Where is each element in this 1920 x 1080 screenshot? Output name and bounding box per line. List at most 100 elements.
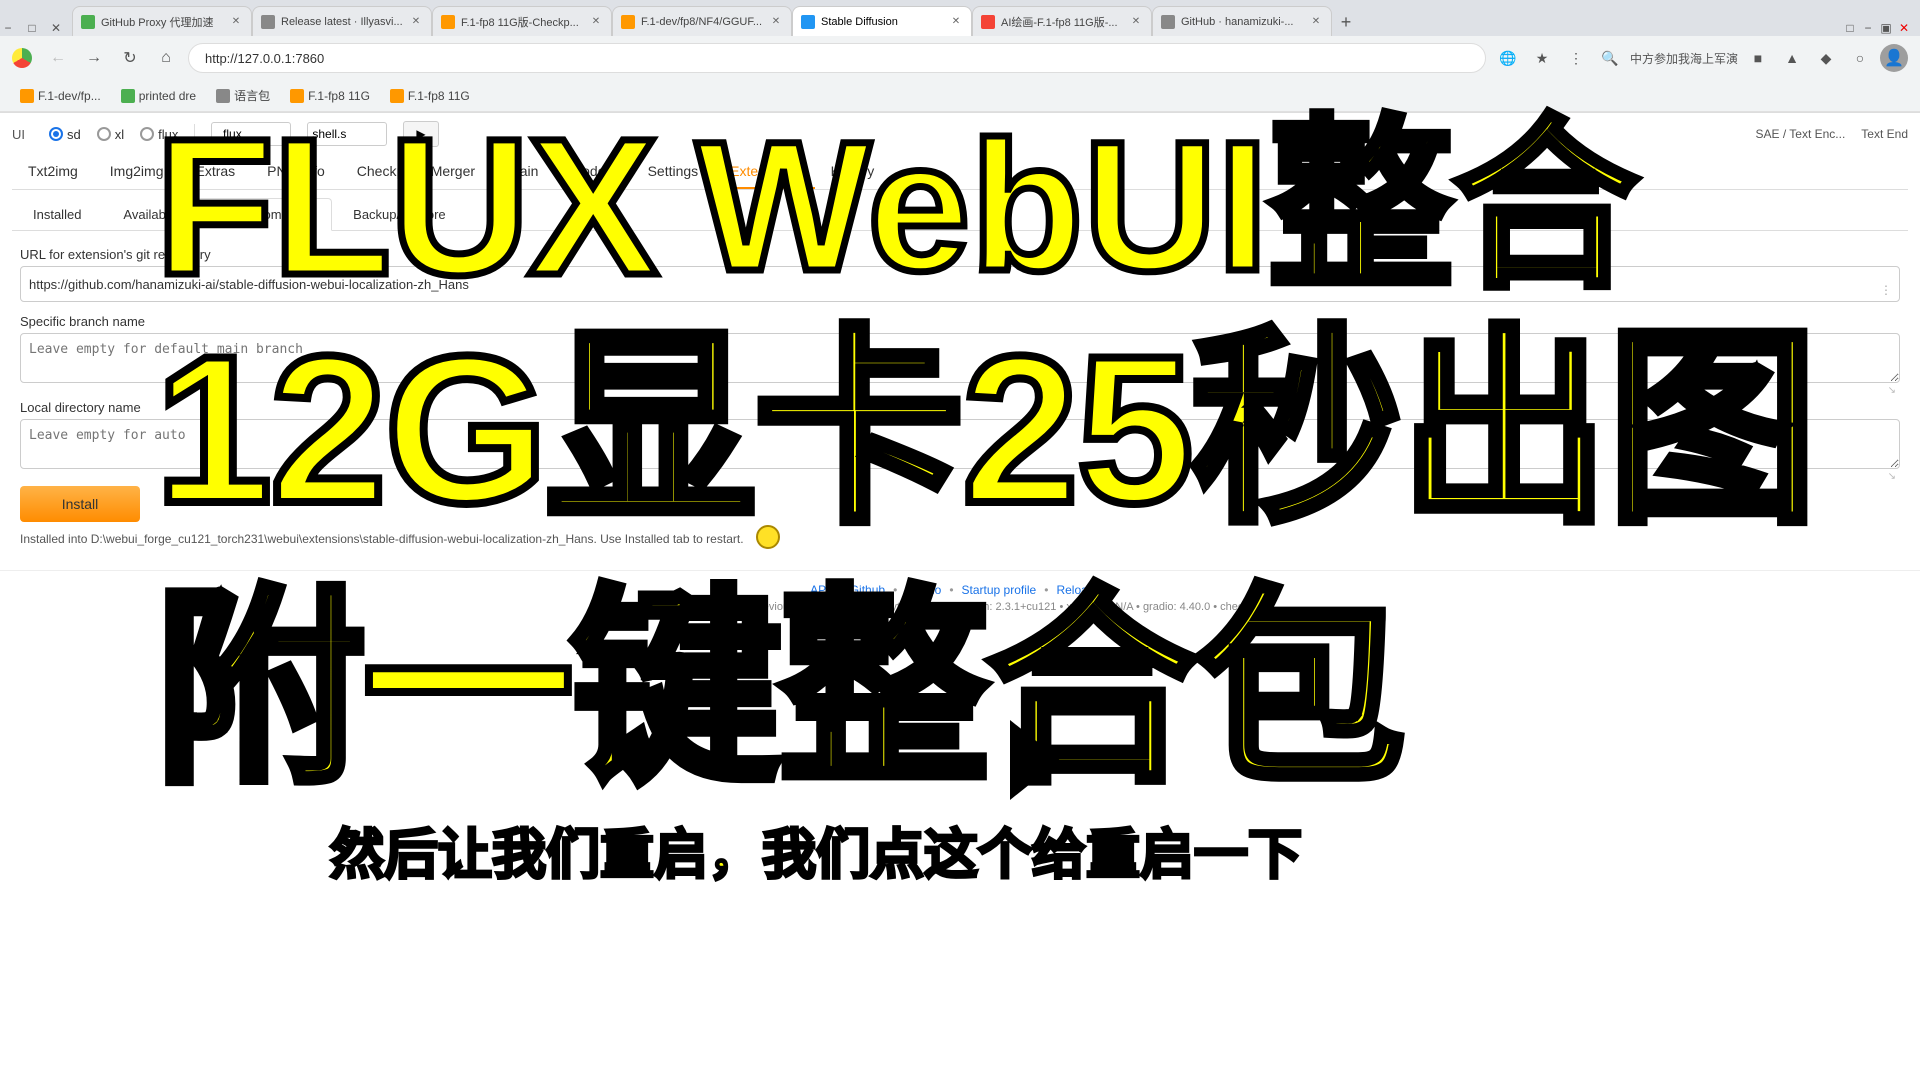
tab-release-latest[interactable]: Release latest · Illyasvi... ✕ bbox=[252, 6, 432, 36]
bookmark-label: F.1-dev/fp... bbox=[38, 89, 101, 103]
extension-icon-1[interactable]: ■ bbox=[1744, 44, 1772, 72]
bookmark-f1-fp8-2[interactable]: F.1-fp8 11G bbox=[382, 86, 478, 106]
flux-input[interactable] bbox=[211, 122, 291, 146]
home-button[interactable]: ⌂ bbox=[152, 44, 180, 72]
ext-tab-install-from-url[interactable]: Install from URL bbox=[197, 198, 332, 231]
tab-extras[interactable]: Extras bbox=[179, 155, 251, 189]
bookmark-label: F.1-fp8 11G bbox=[408, 89, 470, 103]
tab-close-icon[interactable]: ✕ bbox=[409, 15, 423, 29]
tab-train[interactable]: Train bbox=[491, 155, 554, 189]
bookmark-label: printed dre bbox=[139, 89, 196, 103]
new-tab-button[interactable]: + bbox=[1332, 8, 1360, 36]
footer-versions: version: f2.0.1v1.10.1-previous-527-g720… bbox=[12, 601, 1908, 613]
arrow-button[interactable]: ▶ bbox=[403, 121, 438, 147]
tab-favicon bbox=[261, 15, 275, 29]
tab-github-hanamizuki[interactable]: GitHub · hanamizuki-... ✕ bbox=[1152, 6, 1332, 36]
url-input[interactable] bbox=[20, 266, 1900, 302]
tab-favicon bbox=[801, 15, 815, 29]
tab-extensions[interactable]: Extensions bbox=[714, 155, 814, 189]
tab-close-icon[interactable]: ✕ bbox=[949, 15, 963, 29]
tab-txt2img[interactable]: Txt2img bbox=[12, 155, 94, 189]
search-button[interactable]: 🔍 bbox=[1596, 44, 1624, 72]
dir-input[interactable] bbox=[20, 419, 1900, 469]
tab-close-icon[interactable]: ✕ bbox=[1309, 15, 1323, 29]
tab-title: F.1-dev/fp8/NF4/GGUF... bbox=[641, 16, 763, 28]
footer-startup-link[interactable]: Startup profile bbox=[962, 583, 1037, 597]
footer-gradio-link[interactable]: Gradio bbox=[905, 583, 941, 597]
tab-close-icon[interactable]: ✕ bbox=[1129, 15, 1143, 29]
address-input[interactable]: http://127.0.0.1:7860 bbox=[188, 43, 1486, 73]
radio-label-flux: flux bbox=[158, 127, 178, 142]
tab-checkpoint-merger[interactable]: Checkpoint Merger bbox=[341, 155, 491, 189]
footer-dot-4: • bbox=[1044, 583, 1048, 597]
bookmark-f1-dev[interactable]: F.1-dev/fp... bbox=[12, 86, 109, 106]
tab-title: Release latest · Illyasvi... bbox=[281, 16, 403, 28]
tab-img2img[interactable]: Img2img bbox=[94, 155, 180, 189]
status-message: Installed into D:\webui_forge_cu121_torc… bbox=[20, 532, 1900, 546]
extension-icon-3[interactable]: ◆ bbox=[1812, 44, 1840, 72]
refresh-button[interactable]: ↻ bbox=[116, 44, 144, 72]
text-end-label: Text End bbox=[1861, 127, 1908, 141]
tab-f1-dev-nf4[interactable]: F.1-dev/fp8/NF4/GGUF... ✕ bbox=[612, 6, 792, 36]
frame-close-button[interactable]: ✕ bbox=[1896, 20, 1912, 36]
bookmarks-bar: F.1-dev/fp... printed dre 语言包 F.1-fp8 11… bbox=[0, 80, 1920, 112]
footer-api-link[interactable]: API bbox=[810, 583, 829, 597]
extension-icon-2[interactable]: ▲ bbox=[1778, 44, 1806, 72]
branch-input-container: ↘ bbox=[20, 333, 1900, 400]
tab-close-icon[interactable]: ✕ bbox=[769, 15, 783, 29]
tab-close-icon[interactable]: ✕ bbox=[229, 15, 243, 29]
maximize-button[interactable]: □ bbox=[24, 20, 40, 36]
tab-favicon bbox=[441, 15, 455, 29]
tab-stable-diffusion[interactable]: Stable Diffusion ✕ bbox=[792, 6, 972, 36]
tab-title: GitHub Proxy 代理加速 bbox=[101, 14, 223, 30]
radio-label-sd: sd bbox=[67, 127, 81, 142]
back-button[interactable]: ← bbox=[44, 44, 72, 72]
bookmark-star-icon[interactable]: ★ bbox=[1528, 44, 1556, 72]
tabs-bar: − □ ✕ GitHub Proxy 代理加速 ✕ Release latest… bbox=[0, 0, 1920, 36]
bookmark-favicon bbox=[121, 89, 135, 103]
bookmark-printed[interactable]: printed dre bbox=[113, 86, 204, 106]
minimize-button[interactable]: − bbox=[0, 20, 16, 36]
bookmark-f1-fp8-1[interactable]: F.1-fp8 11G bbox=[282, 86, 378, 106]
overlay-text-subtitle: 然后让我们重启，我们点这个给重启一下 bbox=[330, 828, 1302, 882]
divider bbox=[194, 124, 195, 144]
radio-xl[interactable]: xl bbox=[97, 127, 124, 142]
translate-icon[interactable]: 🌐 bbox=[1494, 44, 1522, 72]
tab-png-info[interactable]: PNG Info bbox=[251, 155, 341, 189]
tab-github-proxy[interactable]: GitHub Proxy 代理加速 ✕ bbox=[72, 6, 252, 36]
ext-tab-available[interactable]: Available bbox=[102, 198, 197, 230]
radio-flux[interactable]: flux bbox=[140, 127, 178, 142]
ext-tab-backup-restore[interactable]: Backup/Restore bbox=[332, 198, 467, 230]
webui-container: UI sd xl flux ▶ SAE / Text Enc... Text E… bbox=[0, 113, 1920, 570]
frame-restore-button[interactable]: □ bbox=[1842, 20, 1858, 36]
shell-input[interactable] bbox=[307, 122, 387, 146]
install-button[interactable]: Install bbox=[20, 486, 140, 522]
extension-icon-4[interactable]: ○ bbox=[1846, 44, 1874, 72]
tab-models[interactable]: Models bbox=[554, 155, 631, 189]
ext-tab-installed[interactable]: Installed bbox=[12, 198, 102, 230]
tab-title: AI绘画-F.1-fp8 11G版-... bbox=[1001, 14, 1123, 30]
footer-github-link[interactable]: Github bbox=[850, 583, 885, 597]
tab-settings[interactable]: Settings bbox=[632, 155, 715, 189]
ui-label: UI bbox=[12, 127, 25, 142]
dir-label: Local directory name bbox=[20, 400, 1900, 415]
frame-minimize-button[interactable]: − bbox=[1860, 20, 1876, 36]
bookmark-lang[interactable]: 语言包 bbox=[208, 84, 278, 107]
footer-reload-link[interactable]: Reload UI bbox=[1056, 583, 1109, 597]
textarea-resize-icon: ↘ bbox=[1888, 385, 1896, 396]
tab-ai-painting[interactable]: AI绘画-F.1-fp8 11G版-... ✕ bbox=[972, 6, 1152, 36]
close-button[interactable]: ✕ bbox=[48, 20, 64, 36]
radio-sd[interactable]: sd bbox=[49, 127, 81, 142]
branch-input[interactable] bbox=[20, 333, 1900, 383]
search-hint: 中方参加我海上军演 bbox=[1630, 50, 1738, 67]
tab-f1-fp8-checkpoint[interactable]: F.1-fp8 11G版-Checkp... ✕ bbox=[432, 6, 612, 36]
tab-history[interactable]: History bbox=[815, 155, 891, 189]
tab-close-icon[interactable]: ✕ bbox=[589, 15, 603, 29]
frame-maximize-button[interactable]: ▣ bbox=[1878, 20, 1894, 36]
avatar[interactable]: 👤 bbox=[1880, 44, 1908, 72]
dir-input-container: ↘ bbox=[20, 419, 1900, 486]
radio-circle-xl bbox=[97, 127, 111, 141]
forward-button[interactable]: → bbox=[80, 44, 108, 72]
more-options-icon[interactable]: ⋮ bbox=[1562, 44, 1590, 72]
address-bar: ← → ↻ ⌂ http://127.0.0.1:7860 🌐 ★ ⋮ 🔍 中方… bbox=[0, 36, 1920, 80]
